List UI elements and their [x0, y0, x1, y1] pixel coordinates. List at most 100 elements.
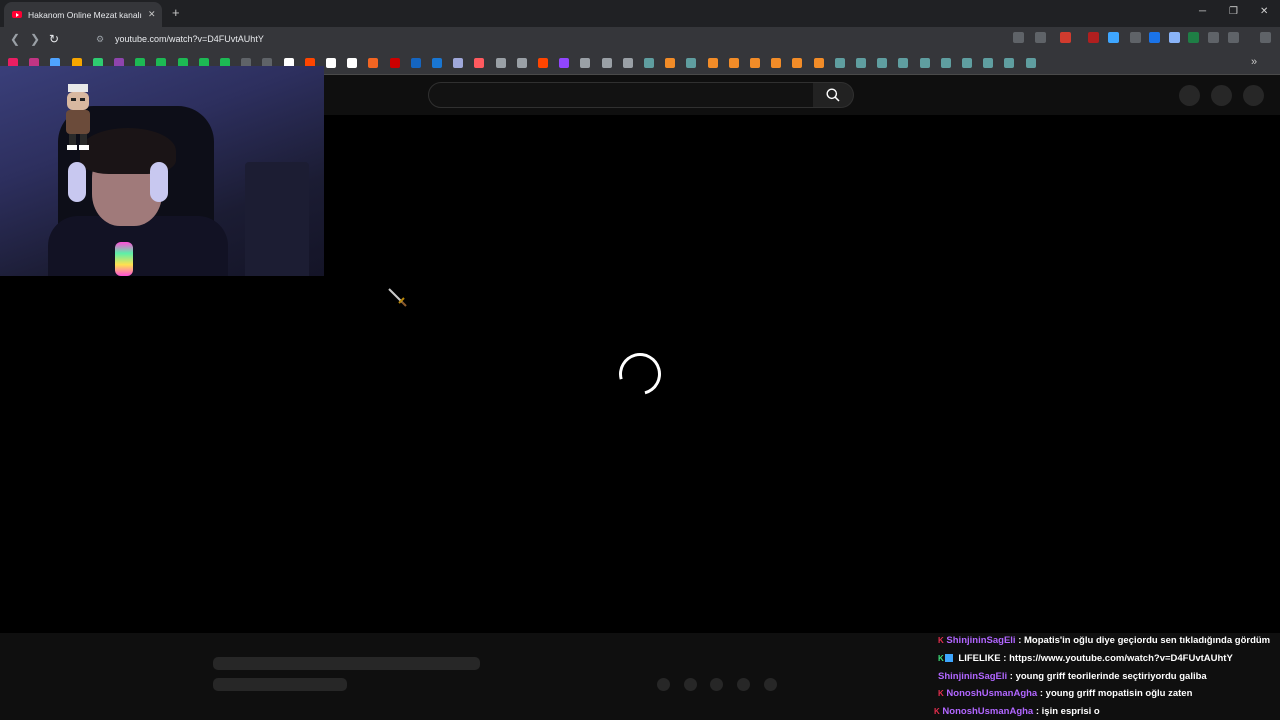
bookmark-icon[interactable]	[983, 58, 994, 68]
sidepanel-icon[interactable]	[1228, 32, 1239, 43]
action-skeleton	[764, 678, 777, 691]
bookmark-icon[interactable]	[347, 58, 358, 68]
bookmark-icon[interactable]	[559, 58, 570, 68]
minimize-button[interactable]: ─	[1199, 6, 1206, 17]
bookmark-icon[interactable]	[495, 58, 506, 68]
bookmark-icon[interactable]	[792, 58, 803, 68]
search-icon	[826, 88, 840, 102]
background-door	[245, 162, 309, 276]
subscriber-badge-icon	[944, 654, 953, 662]
webcam-overlay	[0, 66, 324, 276]
tab-close-button[interactable]: ✕	[148, 9, 156, 20]
bookmark-icon[interactable]	[919, 58, 930, 68]
bookmark-icon[interactable]	[538, 58, 548, 68]
bookmark-icon[interactable]	[728, 58, 739, 68]
pin-extension-icon[interactable]	[1130, 32, 1141, 43]
back-button[interactable]: ❮	[10, 32, 20, 46]
youtube-favicon-icon	[12, 11, 22, 18]
site-info-icon[interactable]: ⚙	[96, 34, 104, 45]
search-button[interactable]	[813, 82, 854, 108]
channel-skeleton	[213, 678, 347, 691]
menu-icon[interactable]	[1260, 32, 1271, 43]
bookmark-icon[interactable]	[1025, 58, 1036, 68]
bookmark-icon[interactable]	[389, 58, 400, 68]
excel-extension-icon[interactable]	[1188, 32, 1199, 43]
bookmark-icon[interactable]	[962, 58, 972, 68]
bookmark-icon[interactable]	[771, 58, 782, 68]
chat-username: ShinjininSagEli	[938, 671, 1008, 682]
tab-title: Hakanom Online Mezat kanalı c	[28, 9, 144, 20]
bookmark-icon[interactable]	[368, 58, 379, 68]
bookmark-icon[interactable]	[326, 58, 336, 68]
kick-badge-icon: K	[938, 636, 944, 645]
title-skeleton	[213, 657, 480, 670]
kick-badge-icon: K	[934, 707, 940, 716]
chat-message: ShinjininSagEli : young griff teorilerin…	[938, 671, 1207, 682]
action-skeleton	[684, 678, 697, 691]
address-bar-row: ❮ ❯ ↻ ⚙ youtube.com/watch?v=D4FUvtAUhtY	[0, 27, 1280, 52]
chat-text: : https://www.youtube.com/watch?v=D4FUvt…	[1003, 653, 1233, 664]
bookmark-icon[interactable]	[665, 58, 676, 68]
action-skeleton	[737, 678, 750, 691]
bookmark-icon[interactable]	[898, 58, 909, 68]
mouse-cursor-icon	[388, 288, 407, 307]
bookmark-icon[interactable]	[877, 58, 888, 68]
rgb-microphone	[115, 242, 133, 276]
share-icon[interactable]	[1035, 32, 1046, 43]
bookmark-icon[interactable]	[516, 58, 527, 68]
bookmark-icon[interactable]	[750, 58, 760, 68]
reload-button[interactable]: ↻	[49, 32, 59, 46]
close-window-button[interactable]: ✕	[1260, 6, 1268, 17]
bookmark-icon[interactable]	[940, 58, 951, 68]
forward-button[interactable]: ❯	[30, 32, 40, 46]
search-input[interactable]	[441, 83, 805, 107]
bookmark-icon[interactable]	[453, 58, 464, 68]
chat-text: : young griff mopatisin oğlu zaten	[1039, 688, 1193, 699]
chat-username: NonoshUsmanAgha	[942, 706, 1034, 717]
chat-username: NonoshUsmanAgha	[946, 688, 1038, 699]
bookmark-icon[interactable]	[474, 58, 485, 68]
bookmark-icon[interactable]	[622, 58, 633, 68]
stream-chat-overlay: K ShinjininSagEli : Mopatis'in oğlu diye…	[930, 633, 1280, 720]
headset-left	[68, 162, 86, 202]
ublock-icon[interactable]	[1088, 32, 1099, 43]
chat-message: K NonoshUsmanAgha : young griff mopatisi…	[938, 688, 1192, 699]
create-button-placeholder[interactable]	[1179, 85, 1200, 106]
translate-extension-icon[interactable]	[1149, 32, 1160, 43]
bookmark-icon[interactable]	[432, 58, 442, 68]
new-tab-button[interactable]: +	[172, 5, 180, 20]
tab-strip: Hakanom Online Mezat kanalı c ✕ + ─ ❐ ✕	[0, 0, 1280, 27]
kick-badge-icon: K	[938, 689, 944, 698]
bookmark-icon[interactable]	[1004, 58, 1015, 68]
chat-text: : Mopatis'in oğlu diye geçiordu sen tıkl…	[1018, 635, 1271, 646]
chat-text: : işin esprisi o	[1035, 706, 1100, 717]
chat-username: LIFELIKE	[958, 653, 1001, 664]
extensions-puzzle-icon[interactable]	[1208, 32, 1219, 43]
action-skeleton	[710, 678, 723, 691]
shield-extension-icon[interactable]	[1060, 32, 1071, 43]
bookmark-icon[interactable]	[601, 58, 612, 68]
audio-extension-icon[interactable]	[1108, 32, 1119, 43]
headset-right	[150, 162, 168, 202]
chat-text: : young griff teorilerinde seçtiriyordu …	[1009, 671, 1207, 682]
bookmark-icon[interactable]	[813, 58, 824, 68]
search-box	[428, 82, 815, 108]
window-extension-icon[interactable]	[1169, 32, 1180, 43]
browser-tab[interactable]: Hakanom Online Mezat kanalı c ✕	[4, 2, 162, 27]
bookmark-icon[interactable]	[580, 58, 591, 68]
bookmark-icon[interactable]	[686, 58, 697, 68]
bookmark-icon[interactable]	[410, 58, 421, 68]
bookmark-icon[interactable]	[707, 58, 718, 68]
kick-badge-icon: K	[938, 654, 944, 663]
bookmark-icon[interactable]	[834, 58, 845, 68]
restore-button[interactable]: ❐	[1229, 6, 1238, 17]
bookmark-icon[interactable]	[856, 58, 866, 68]
address-bar[interactable]: youtube.com/watch?v=D4FUvtAUhtY	[115, 34, 264, 44]
notifications-placeholder[interactable]	[1211, 85, 1232, 106]
character-sticker	[66, 84, 90, 150]
action-skeleton	[657, 678, 670, 691]
bookmarks-more-button[interactable]: »	[1251, 56, 1257, 68]
avatar-placeholder[interactable]	[1243, 85, 1264, 106]
cast-icon[interactable]	[1013, 32, 1024, 43]
bookmark-icon[interactable]	[644, 58, 654, 68]
